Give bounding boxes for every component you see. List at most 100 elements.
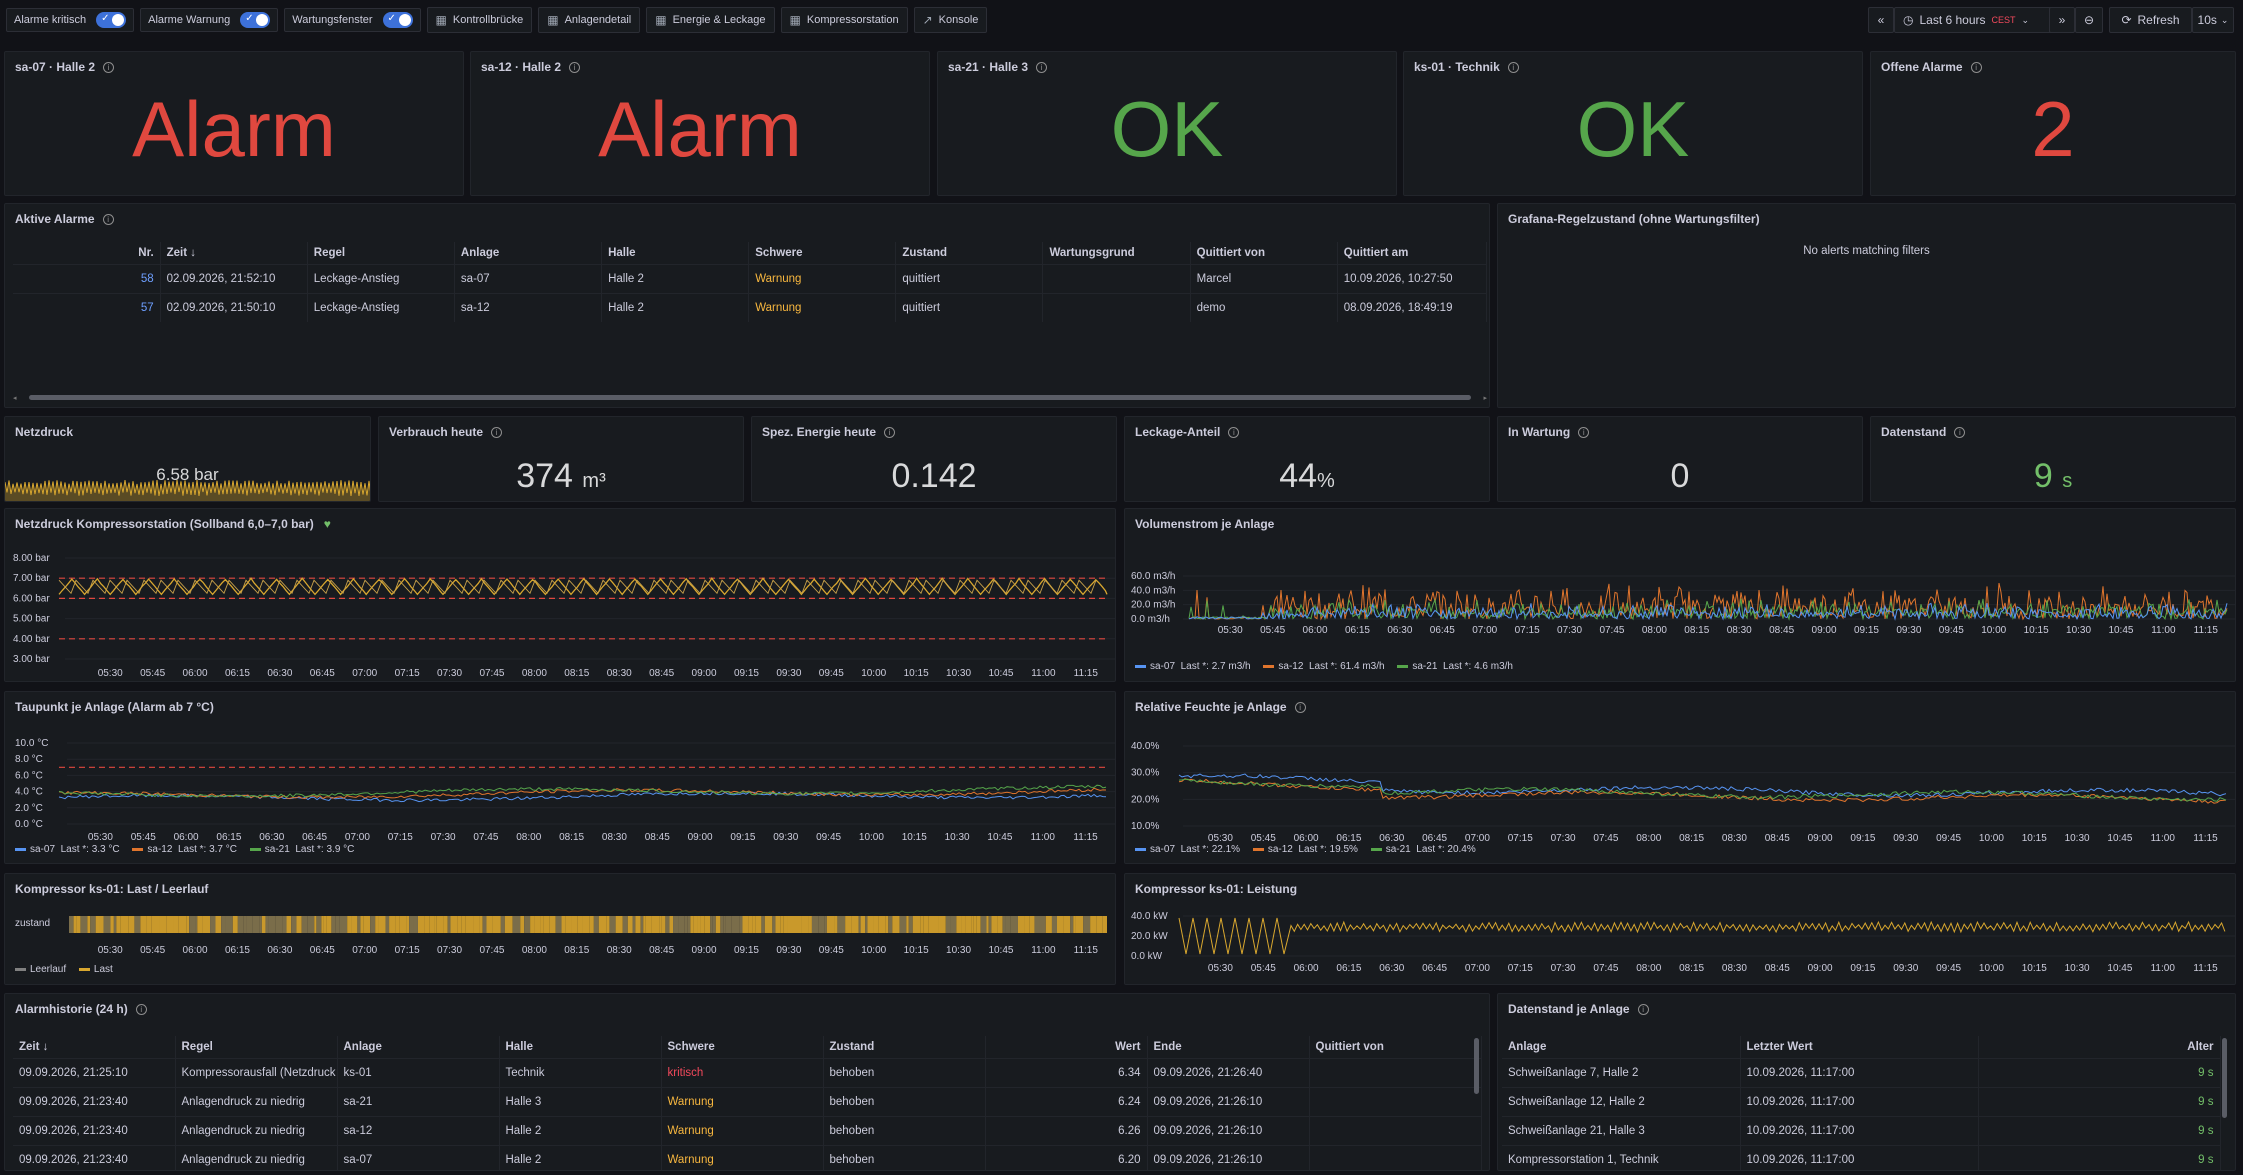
refresh-interval-select[interactable]: 10s ⌄ bbox=[2192, 7, 2234, 33]
info-icon[interactable]: i bbox=[569, 62, 581, 74]
x-tick-label: 06:45 bbox=[310, 668, 335, 679]
alarm-id-link[interactable]: 57 bbox=[13, 292, 161, 322]
legend-item[interactable]: sa-12 Last *: 61.4 m3/h bbox=[1263, 661, 1385, 672]
info-icon[interactable]: i bbox=[1228, 427, 1240, 439]
col-header[interactable]: Wert bbox=[985, 1036, 1148, 1058]
table-row[interactable]: Kompressorstation 1, Technik 10.09.2026, … bbox=[1502, 1144, 2221, 1170]
netzdruck-chart[interactable]: 8.00 bar 7.00 bar 6.00 bar 5.00 bar 4.00 bar… bbox=[5, 539, 1116, 681]
state-segment bbox=[818, 916, 825, 933]
taupunkt-chart[interactable]: 10.0 °C 8.0 °C 6.0 °C 4.0 °C 2.0 °C 0.0 °C 05:… bbox=[5, 720, 1116, 848]
legend-item[interactable]: sa-07 Last *: 22.1% bbox=[1135, 844, 1240, 855]
info-icon[interactable]: i bbox=[491, 427, 503, 439]
table-row[interactable]: 09.09.2026, 21:23:40 Anlagendruck zu nied… bbox=[13, 1144, 1482, 1170]
table-row[interactable]: Schweißanlage 7, Halle 2 10.09.2026, 11:1… bbox=[1502, 1057, 2221, 1087]
feuchte-chart[interactable]: 40.0% 30.0% 20.0% 10.0% 05:30 05:45 06:00 06:15… bbox=[1125, 720, 2236, 848]
toggle-alarme-kritisch[interactable]: Alarme kritisch ✓ bbox=[6, 8, 135, 32]
info-icon[interactable]: i bbox=[1637, 1004, 1649, 1016]
link-kontrollbruecke[interactable]: ▦ Kontrollbrücke bbox=[426, 7, 533, 33]
scrollbar-thumb[interactable] bbox=[29, 395, 1471, 400]
timezone-badge: CEST bbox=[1991, 15, 2016, 25]
legend-item[interactable]: Leerlauf bbox=[15, 964, 66, 975]
col-header[interactable]: Quittiert von bbox=[1309, 1036, 1482, 1058]
col-header[interactable]: Anlage bbox=[337, 1036, 500, 1058]
table-row[interactable]: Schweißanlage 21, Halle 3 10.09.2026, 11:… bbox=[1502, 1115, 2221, 1145]
vertical-scrollbar[interactable] bbox=[2221, 1036, 2229, 1164]
table-row[interactable]: 57 02.09.2026, 21:50:10 Leckage-Anstieg … bbox=[13, 292, 1488, 322]
col-header[interactable]: Quittiert am bbox=[1337, 242, 1488, 264]
table-row[interactable]: 09.09.2026, 21:25:10 Kompressorausfall (N… bbox=[13, 1057, 1482, 1087]
info-icon[interactable]: i bbox=[102, 214, 114, 226]
legend-item[interactable]: sa-21 Last *: 20.4% bbox=[1370, 844, 1476, 855]
col-header[interactable]: Anlage bbox=[454, 242, 603, 264]
col-header[interactable]: Anlage bbox=[1502, 1036, 1741, 1058]
alarm-id-link[interactable]: 58 bbox=[13, 263, 161, 293]
info-icon[interactable]: i bbox=[1036, 62, 1048, 74]
cell: Marcel bbox=[1190, 263, 1338, 293]
info-icon[interactable]: i bbox=[103, 62, 115, 74]
horizontal-scrollbar[interactable]: ◂ ▸ bbox=[13, 393, 1487, 402]
link-energie-leckage[interactable]: ▦ Energie & Leckage bbox=[646, 7, 775, 33]
legend-item[interactable]: sa-21 Last *: 4.6 m3/h bbox=[1397, 661, 1513, 672]
info-icon[interactable]: i bbox=[1970, 62, 1982, 74]
col-header[interactable]: Letzter Wert bbox=[1740, 1036, 1979, 1058]
panel-title: Aktive Alarme bbox=[15, 212, 95, 226]
legend-item[interactable]: sa-12 Last *: 19.5% bbox=[1252, 844, 1358, 855]
info-icon[interactable]: i bbox=[1578, 427, 1590, 439]
col-header-sorted[interactable]: Zeit ↓ bbox=[160, 242, 308, 264]
zoom-out-button[interactable]: ⊖ bbox=[2075, 7, 2103, 33]
col-header[interactable]: Nr. bbox=[13, 242, 161, 264]
col-header[interactable]: Ende bbox=[1147, 1036, 1310, 1058]
volumenstrom-chart[interactable]: 60.0 m3/h 40.0 m3/h 20.0 m3/h 0.0 m3/h 05:30… bbox=[1125, 539, 2236, 667]
col-header[interactable]: Alter bbox=[1978, 1036, 2221, 1058]
refresh-button[interactable]: ⟳ Refresh bbox=[2109, 7, 2192, 33]
link-konsole[interactable]: ↗ Konsole bbox=[913, 7, 988, 33]
toggle-switch[interactable]: ✓ bbox=[96, 12, 127, 28]
leistung-chart[interactable]: 40.0 kW 20.0 kW 0.0 kW 05:30 05:45 06:00 06:15… bbox=[1125, 904, 2236, 984]
col-header[interactable]: Regel bbox=[307, 242, 455, 264]
info-icon[interactable]: i bbox=[135, 1004, 147, 1016]
last-leerlauf-timeline[interactable]: zustand 05:30 05:45 06:00 06:15 06:30 06:45 07:… bbox=[5, 912, 1116, 966]
col-header[interactable]: Quittiert von bbox=[1190, 242, 1338, 264]
time-shift-forward-button[interactable]: » bbox=[2049, 7, 2075, 33]
toggle-wartungsfenster[interactable]: Wartungsfenster ✓ bbox=[284, 8, 421, 32]
table-row[interactable]: 09.09.2026, 21:23:40 Anlagendruck zu nied… bbox=[13, 1086, 1482, 1116]
x-tick-label: 08:00 bbox=[1636, 963, 1661, 974]
legend-item[interactable]: sa-07 Last *: 2.7 m3/h bbox=[1135, 661, 1251, 672]
col-header[interactable]: Wartungsgrund bbox=[1042, 242, 1191, 264]
info-icon[interactable]: i bbox=[1507, 62, 1519, 74]
col-header[interactable]: Schwere bbox=[748, 242, 897, 264]
x-tick-label: 08:45 bbox=[1765, 833, 1790, 844]
info-icon[interactable]: i bbox=[884, 427, 896, 439]
vertical-scrollbar[interactable] bbox=[1473, 1036, 1481, 1164]
col-header[interactable]: Zustand bbox=[823, 1036, 986, 1058]
panel-title: Netzdruck Kompressorstation (Sollband 6,… bbox=[15, 517, 314, 531]
scrollbar-thumb[interactable] bbox=[1474, 1038, 1479, 1094]
x-tick-label: 11:00 bbox=[1031, 945, 1056, 956]
scrollbar-thumb[interactable] bbox=[2222, 1038, 2227, 1118]
stat-spez-energie: Spez. Energie heute i 0.142 bbox=[751, 416, 1117, 502]
legend-item[interactable]: sa-12 Last *: 3.7 °C bbox=[132, 844, 237, 855]
col-header-sorted[interactable]: Zeit ↓ bbox=[13, 1036, 176, 1058]
legend-item[interactable]: Last bbox=[78, 964, 113, 975]
col-header[interactable]: Schwere bbox=[661, 1036, 824, 1058]
table-row[interactable]: 09.09.2026, 21:23:40 Anlagendruck zu nied… bbox=[13, 1115, 1482, 1145]
link-kompressorstation[interactable]: ▦ Kompressorstation bbox=[780, 7, 908, 33]
state-segment bbox=[1045, 916, 1052, 933]
legend-item[interactable]: sa-07 Last *: 3.3 °C bbox=[15, 844, 120, 855]
legend-item[interactable]: sa-21 Last *: 3.9 °C bbox=[249, 844, 354, 855]
time-range-picker[interactable]: ◷ Last 6 hours CEST ⌄ bbox=[1894, 7, 2062, 33]
col-header[interactable]: Zustand bbox=[895, 242, 1044, 264]
table-row[interactable]: 58 02.09.2026, 21:52:10 Leckage-Anstieg … bbox=[13, 263, 1488, 293]
toggle-switch[interactable]: ✓ bbox=[240, 12, 271, 28]
time-shift-back-button[interactable]: « bbox=[1868, 7, 1894, 33]
info-icon[interactable]: i bbox=[1294, 702, 1306, 714]
link-anlagendetail[interactable]: ▦ Anlagendetail bbox=[538, 7, 641, 33]
info-icon[interactable]: i bbox=[1954, 427, 1966, 439]
col-header[interactable]: Regel bbox=[175, 1036, 338, 1058]
col-header[interactable]: Halle bbox=[499, 1036, 662, 1058]
col-header[interactable]: Halle bbox=[601, 242, 750, 264]
state-segment bbox=[697, 916, 701, 933]
toggle-switch[interactable]: ✓ bbox=[382, 12, 413, 28]
toggle-alarme-warnung[interactable]: Alarme Warnung ✓ bbox=[140, 8, 279, 32]
table-row[interactable]: Schweißanlage 12, Halle 2 10.09.2026, 11:… bbox=[1502, 1086, 2221, 1116]
